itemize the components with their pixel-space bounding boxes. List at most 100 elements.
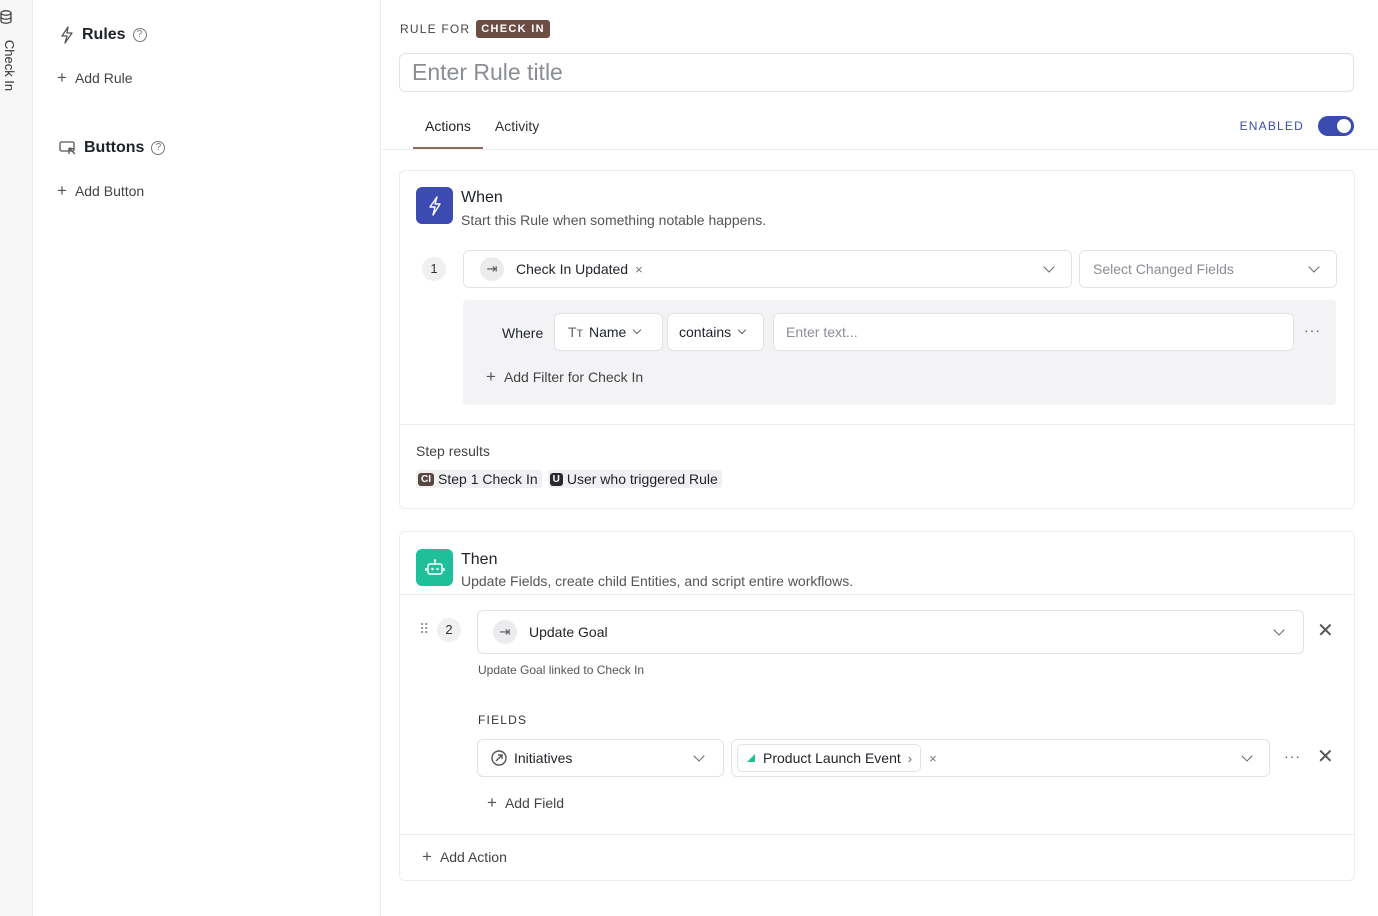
more-options-icon[interactable]: ···	[1304, 322, 1321, 338]
robot-icon	[416, 549, 453, 586]
cursor-click-icon	[59, 141, 76, 155]
trigger-select[interactable]: ⇥ Check In Updated ×	[463, 250, 1072, 288]
field-value-chip[interactable]: Product Launch Event ›	[737, 744, 922, 772]
enabled-label: ENABLED	[1239, 119, 1304, 133]
chevron-down-icon	[737, 325, 747, 335]
rule-tabs: Actions Activity	[413, 104, 551, 149]
filter-value-placeholder: Enter text...	[786, 324, 858, 340]
filter-box: Where Tт Name contains Enter text... ···…	[463, 300, 1336, 405]
rules-heading: Rules ?	[59, 26, 147, 44]
chevron-down-icon	[1043, 261, 1055, 273]
remove-field-icon[interactable]: ✕	[1317, 747, 1334, 767]
more-options-icon[interactable]: ···	[1284, 748, 1301, 764]
field-value-text: Product Launch Event	[763, 750, 901, 766]
when-section: When Start this Rule when something nota…	[399, 170, 1355, 509]
chevron-down-icon	[1273, 624, 1285, 636]
action-select[interactable]: ⇥ Update Goal	[477, 610, 1304, 654]
changed-fields-select[interactable]: Select Changed Fields	[1079, 250, 1337, 288]
when-subtitle: Start this Rule when something notable h…	[461, 212, 767, 228]
add-filter-button[interactable]: + Add Filter for Check In	[486, 368, 643, 385]
filter-operator-value: contains	[679, 324, 732, 340]
rules-heading-label: Rules	[82, 26, 126, 43]
rule-title-input[interactable]	[399, 53, 1354, 92]
add-rule-label: Add Rule	[74, 69, 133, 86]
remove-action-icon[interactable]: ✕	[1317, 621, 1334, 641]
entity-side-strip: Check In	[0, 0, 33, 916]
step-result-tag[interactable]: CI Step 1 Check In	[416, 470, 542, 488]
field-name-select[interactable]: Initiatives	[477, 739, 724, 777]
then-subtitle: Update Fields, create child Entities, an…	[461, 573, 854, 589]
add-field-label: Add Field	[504, 794, 565, 811]
clear-value-icon[interactable]: ×	[929, 751, 937, 766]
result-badge: CI	[418, 472, 434, 486]
chevron-down-icon	[633, 325, 642, 335]
filter-field-select[interactable]: Tт Name	[554, 313, 663, 351]
target-icon	[491, 750, 507, 766]
side-strip-label[interactable]: Check In	[2, 40, 17, 91]
tab-actions[interactable]: Actions	[413, 104, 483, 149]
plus-icon: +	[486, 367, 496, 386]
add-rule-button[interactable]: + Add Rule	[57, 69, 133, 86]
chevron-down-icon	[1308, 261, 1320, 273]
add-button-label: Add Button	[74, 182, 145, 199]
then-divider	[400, 594, 1354, 595]
rule-for-header: RULE FOR CHECK IN	[400, 20, 550, 38]
results-divider	[400, 424, 1354, 425]
chevron-right-icon: ›	[907, 750, 913, 766]
lightning-icon	[61, 26, 73, 44]
result-label: User who triggered Rule	[566, 471, 718, 487]
result-badge: U	[549, 472, 563, 486]
add-button-button[interactable]: + Add Button	[57, 182, 144, 199]
add-field-button[interactable]: + Add Field	[487, 794, 564, 811]
rule-editor: RULE FOR CHECK IN Actions Activity ENABL…	[382, 0, 1378, 916]
text-type-icon: Tт	[568, 324, 583, 340]
when-title: When	[461, 189, 503, 206]
tab-activity[interactable]: Activity	[483, 104, 551, 149]
rule-for-label: RULE FOR	[400, 22, 471, 36]
field-value-select[interactable]: Product Launch Event › ×	[731, 739, 1270, 777]
entity-badge: CHECK IN	[476, 20, 550, 38]
where-label: Where	[502, 325, 544, 341]
then-title: Then	[461, 551, 498, 568]
filter-value-input[interactable]: Enter text...	[773, 313, 1294, 351]
changed-fields-placeholder: Select Changed Fields	[1093, 261, 1234, 277]
enabled-toggle[interactable]	[1318, 116, 1354, 136]
add-filter-label: Add Filter for Check In	[503, 368, 644, 385]
chevron-down-icon	[693, 750, 705, 762]
step-number: 1	[422, 257, 446, 281]
plus-icon: +	[422, 847, 432, 866]
plus-icon: +	[57, 181, 67, 200]
clear-trigger-icon[interactable]: ×	[635, 262, 643, 277]
tabs-divider	[382, 149, 1378, 150]
help-icon[interactable]: ?	[151, 141, 166, 155]
plus-icon: +	[57, 68, 67, 87]
help-icon[interactable]: ?	[132, 28, 147, 42]
chevron-down-icon	[1241, 750, 1253, 762]
field-name-value: Initiatives	[514, 750, 573, 766]
action-hint: Update Goal linked to Check In	[478, 663, 645, 677]
database-icon	[0, 10, 12, 24]
fields-label: FIELDS	[478, 713, 528, 727]
step-results-list: CI Step 1 Check In U User who triggered …	[416, 470, 722, 488]
filter-field-value: Name	[588, 324, 627, 340]
filter-operator-select[interactable]: contains	[667, 313, 764, 351]
add-action-label: Add Action	[439, 848, 507, 865]
arrow-to-line-icon: ⇥	[493, 620, 517, 644]
enabled-toggle-group: ENABLED	[1240, 116, 1354, 136]
drag-handle-icon[interactable]: ⠿	[419, 621, 429, 638]
step-result-tag[interactable]: U User who triggered Rule	[547, 470, 722, 488]
trigger-value: Check In Updated	[516, 261, 629, 277]
lightning-icon	[416, 187, 453, 224]
action-value: Update Goal	[529, 624, 608, 640]
step-number: 2	[437, 618, 461, 642]
step-results-label: Step results	[416, 443, 490, 459]
rules-sidebar: Rules ? + Add Rule Buttons ? + Add Butto…	[33, 0, 381, 916]
add-action-button[interactable]: + Add Action	[422, 848, 507, 865]
goal-icon	[747, 754, 755, 762]
buttons-heading-label: Buttons	[84, 139, 145, 156]
arrow-to-line-icon: ⇥	[480, 257, 504, 281]
add-action-divider	[400, 834, 1354, 835]
result-label: Step 1 Check In	[438, 471, 538, 487]
plus-icon: +	[487, 793, 497, 812]
then-section: Then Update Fields, create child Entitie…	[399, 531, 1355, 881]
